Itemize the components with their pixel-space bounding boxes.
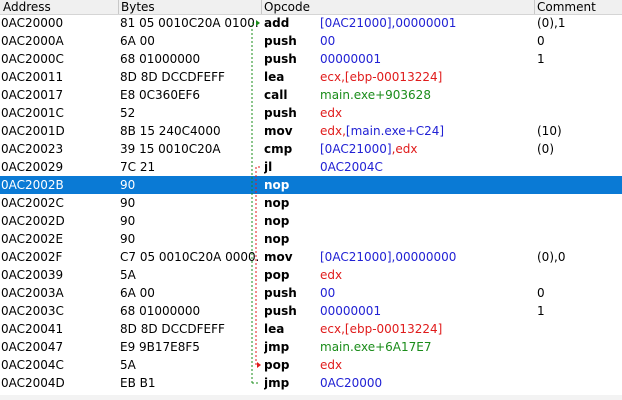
jump-arrow-head-icon xyxy=(256,20,260,26)
horizontal-scrollbar[interactable] xyxy=(0,395,622,400)
jump-flow-lines xyxy=(251,20,261,384)
disassembler-view[interactable]: Address Bytes Opcode Comment 0AC20000 81 … xyxy=(0,0,622,400)
jump-arrow-head-icon xyxy=(257,362,261,368)
